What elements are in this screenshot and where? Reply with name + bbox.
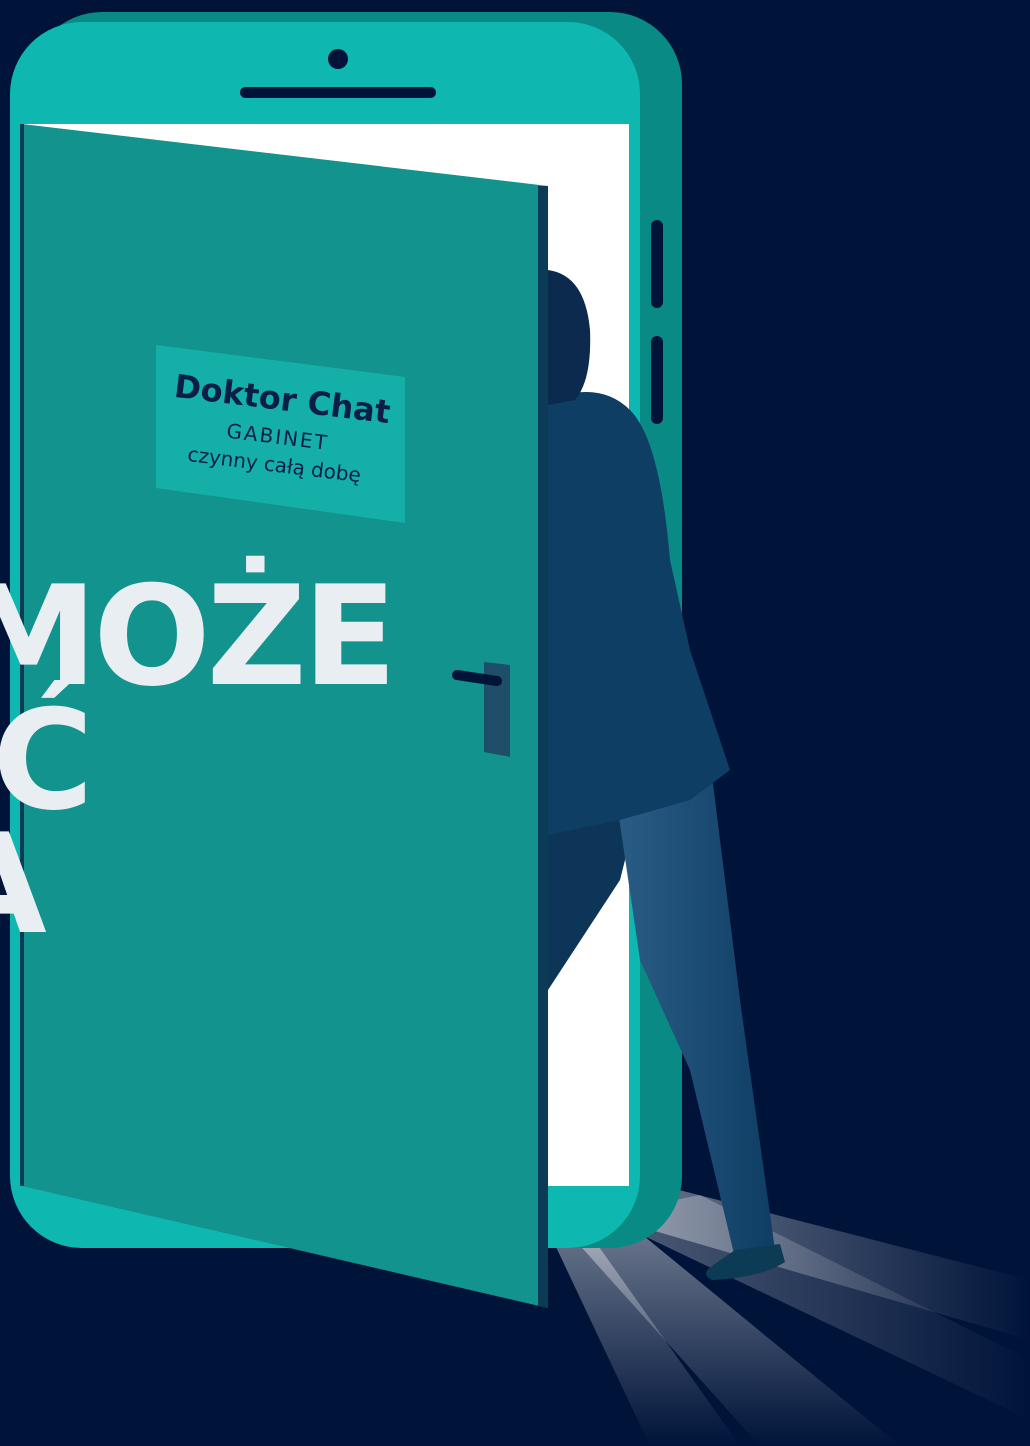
volume-down-button [651,336,663,424]
front-camera-icon [328,49,348,69]
phone-door-illustration: Doktor Chat GABINET czynny całą dobę MOŻ… [0,12,1030,1446]
headline-line-3: A [0,804,47,965]
volume-up-button [651,220,663,308]
door-edge [538,186,548,1308]
speaker-grille-icon [240,87,436,98]
illustration-canvas: Doktor Chat GABINET czynny całą dobę MOŻ… [0,0,1030,1446]
